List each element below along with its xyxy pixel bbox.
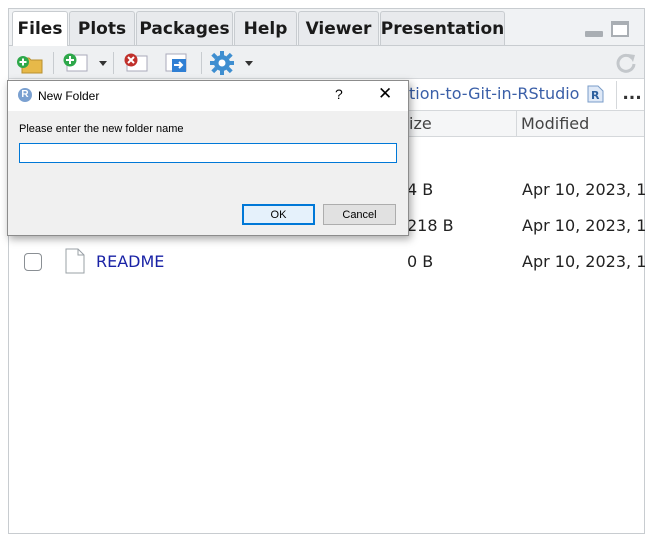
file-modified: Apr 10, 2023, 1 [522, 180, 647, 199]
toolbar-separator [53, 52, 54, 74]
new-folder-dialog: R New Folder ? ✕ Please enter the new fo… [7, 80, 409, 236]
column-divider [516, 111, 517, 136]
dialog-prompt: Please enter the new folder name [19, 123, 184, 135]
file-modified: Apr 10, 2023, 1 [522, 216, 647, 235]
tab-bar: Files Plots Packages Help Viewer Present… [9, 9, 644, 46]
file-size: 4 B [407, 180, 434, 199]
rename-icon[interactable] [162, 51, 192, 75]
toolbar-separator [113, 52, 114, 74]
maximize-icon[interactable] [611, 21, 629, 37]
tab-presentation-label: Presentation [380, 18, 505, 39]
minimize-icon[interactable] [585, 31, 603, 37]
r-app-icon: R [18, 88, 32, 102]
tab-plots[interactable]: Plots [69, 11, 135, 45]
tab-plots-label: Plots [77, 18, 127, 39]
file-icon [65, 248, 85, 274]
file-name-link[interactable]: README [96, 252, 164, 271]
cancel-button[interactable]: Cancel [323, 204, 396, 225]
tab-viewer[interactable]: Viewer [298, 11, 379, 45]
refresh-icon[interactable] [614, 51, 638, 75]
ok-button[interactable]: OK [242, 204, 315, 225]
delete-icon[interactable] [121, 51, 151, 75]
tab-files[interactable]: Files [12, 11, 68, 46]
file-size: 0 B [407, 252, 434, 271]
rproject-icon[interactable]: R [584, 83, 606, 105]
tab-presentation[interactable]: Presentation [380, 11, 505, 45]
column-modified-header[interactable]: Modified [521, 114, 589, 133]
gear-icon[interactable] [208, 50, 236, 76]
more-button[interactable]: ... [616, 81, 647, 109]
dialog-title: New Folder [38, 89, 100, 103]
breadcrumb-path[interactable]: tion-to-Git-in-RStudio [409, 84, 579, 103]
file-size: 218 B [407, 216, 454, 235]
new-folder-icon[interactable] [15, 50, 45, 76]
file-modified: Apr 10, 2023, 1 [522, 252, 647, 271]
folder-name-input[interactable] [19, 143, 397, 163]
row-checkbox[interactable] [24, 253, 42, 271]
toolbar-separator [201, 52, 202, 74]
tab-packages-label: Packages [139, 18, 230, 39]
new-file-dropdown-icon[interactable] [99, 61, 107, 66]
tab-packages[interactable]: Packages [136, 11, 233, 45]
more-dropdown-icon[interactable] [245, 61, 253, 66]
tab-files-label: Files [17, 19, 63, 39]
new-blank-file-icon[interactable] [61, 51, 91, 75]
table-row[interactable]: README 0 B Apr 10, 2023, 1 [9, 245, 647, 281]
tab-help-label: Help [243, 18, 288, 39]
help-icon[interactable]: ? [335, 86, 343, 102]
column-size-header[interactable]: ize [409, 114, 432, 133]
dialog-title-bar[interactable]: R New Folder ? ✕ [8, 81, 408, 111]
tab-help[interactable]: Help [234, 11, 297, 45]
files-toolbar [9, 45, 644, 79]
close-icon[interactable]: ✕ [378, 84, 392, 104]
tab-viewer-label: Viewer [305, 18, 372, 39]
svg-text:R: R [591, 89, 600, 102]
